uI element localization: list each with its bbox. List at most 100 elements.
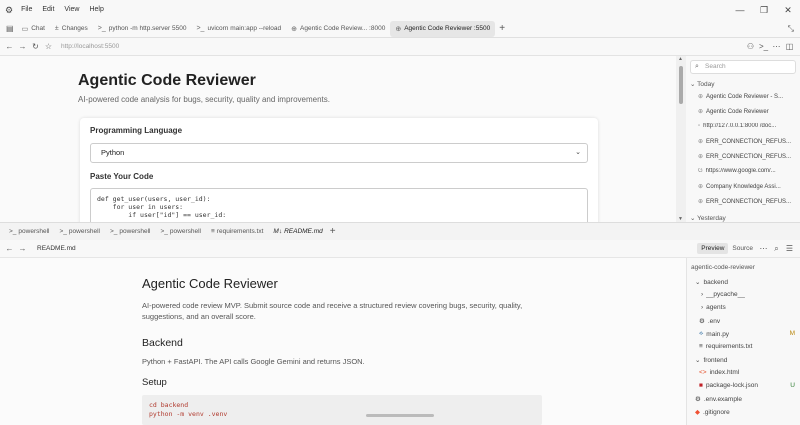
- terminal-icon: >_: [110, 228, 118, 235]
- language-select[interactable]: Python ⌄: [90, 143, 588, 163]
- md-code-block: cd backend python -m venv .venv: [142, 395, 542, 425]
- file-main-py[interactable]: ⟡ main.py: [699, 330, 729, 338]
- history-item[interactable]: ⊕ Agentic Code Reviewer: [698, 108, 796, 115]
- md-heading-setup: Setup: [142, 377, 167, 388]
- scroll-thumb[interactable]: [679, 66, 683, 104]
- history-group-yesterday[interactable]: ⌄ Yesterday: [690, 214, 726, 222]
- folder-frontend[interactable]: ⌄ frontend: [695, 356, 727, 365]
- url-field[interactable]: http://localhost:5500: [61, 43, 119, 50]
- md-heading-backend: Backend: [142, 337, 183, 349]
- horizontal-scrollbar[interactable]: [366, 414, 434, 417]
- tab-http-server[interactable]: >_ python -m http.server 5500: [93, 21, 192, 37]
- devtools-icon[interactable]: >_: [757, 42, 770, 51]
- chevron-down-icon: ⌄: [575, 149, 581, 156]
- code-label: Paste Your Code: [90, 172, 154, 181]
- collapse-icon[interactable]: ⤡: [788, 24, 794, 34]
- tab-browser-8000[interactable]: ⊕ Agentic Code Review... :8000: [286, 21, 390, 37]
- tab-changes[interactable]: ± Changes: [50, 21, 93, 37]
- gear-icon: ⚙: [695, 396, 701, 403]
- back-icon[interactable]: ←: [3, 244, 16, 253]
- history-search-input[interactable]: ⌕ Search: [690, 60, 796, 74]
- close-icon[interactable]: ✕: [776, 0, 800, 20]
- tab-powershell-3[interactable]: >_ powershell: [105, 228, 156, 235]
- address-bar: ← → ↻ ☆ http://localhost:5500 ⚇ >_ ⋯ ◫: [0, 38, 800, 56]
- menu-view[interactable]: View: [59, 0, 84, 20]
- more-icon[interactable]: ⋯: [757, 244, 770, 253]
- app-logo-icon: ⚙: [5, 4, 14, 15]
- menu-file[interactable]: File: [16, 0, 37, 20]
- tab-powershell-2[interactable]: >_ powershell: [55, 228, 106, 235]
- terminal-icon: >_: [160, 228, 168, 235]
- gear-icon: ⚙: [699, 318, 705, 325]
- back-icon[interactable]: ←: [3, 42, 16, 51]
- search-icon[interactable]: ⌕: [770, 244, 783, 254]
- globe-icon: ⊕: [698, 139, 704, 145]
- menu-edit[interactable]: Edit: [37, 0, 59, 20]
- scroll-up-icon[interactable]: ▲: [678, 56, 683, 62]
- folder-backend[interactable]: ⌄ backend: [695, 278, 728, 287]
- history-item[interactable]: Ghttps://www.google.com/...: [698, 168, 796, 174]
- history-item[interactable]: ⊕ ERR_CONNECTION_REFUS...: [698, 198, 796, 205]
- chevron-down-icon: ⌄: [695, 357, 701, 364]
- history-item[interactable]: ⊕ ERR_CONNECTION_REFUS...: [698, 153, 796, 160]
- file-package-lock[interactable]: ■ package-lock.json: [699, 382, 758, 389]
- new-tab-icon[interactable]: +: [499, 23, 505, 34]
- file-gitignore[interactable]: ◆ .gitignore: [695, 408, 730, 417]
- extension-icon[interactable]: ⚇: [744, 42, 757, 51]
- modified-badge: M: [789, 330, 795, 337]
- page-subtitle: AI-powered code analysis for bugs, secur…: [78, 95, 330, 104]
- star-icon[interactable]: ☆: [42, 42, 55, 51]
- forward-icon[interactable]: →: [16, 244, 29, 253]
- source-button[interactable]: Source: [728, 243, 757, 254]
- history-item[interactable]: ⊕ Company Knowledge Assi...: [698, 183, 796, 190]
- more-icon[interactable]: ⋯: [770, 42, 783, 51]
- chat-icon: ▭: [21, 25, 29, 33]
- doc-icon: ▫: [698, 123, 701, 129]
- page-title: Agentic Code Reviewer: [78, 72, 256, 89]
- title-bar: ⚙ File Edit View Help — ❐ ✕: [0, 0, 800, 20]
- tab-uvicorn[interactable]: >_ uvicorn main:app --reload: [191, 21, 286, 37]
- terminal-icon: >_: [9, 228, 17, 235]
- terminal-icon: >_: [196, 25, 205, 32]
- lines-icon: ≡: [211, 228, 215, 235]
- code-input[interactable]: def get_user(users, user_id): for user i…: [90, 188, 588, 222]
- history-group-today[interactable]: ⌄ Today: [690, 80, 715, 88]
- folder-pycache[interactable]: › __pycache__: [701, 291, 745, 298]
- reload-icon[interactable]: ↻: [29, 42, 42, 51]
- file-env[interactable]: ⚙ .env: [699, 317, 720, 326]
- tab-readme[interactable]: M↓ README.md: [268, 228, 327, 235]
- plus-minus-icon: ±: [54, 25, 59, 32]
- file-index-html[interactable]: <> index.html: [699, 369, 739, 376]
- google-icon: G: [698, 168, 703, 174]
- tab-powershell-1[interactable]: >_ powershell: [4, 228, 55, 235]
- sidebar-toggle-icon[interactable]: ▤: [6, 24, 14, 33]
- tab-browser-5500[interactable]: ⊕ Agentic Code Reviewer :5500: [390, 20, 496, 37]
- chevron-right-icon: ›: [701, 291, 704, 298]
- globe-icon: ⊕: [698, 109, 704, 115]
- search-icon: ⌕: [695, 63, 699, 70]
- preview-button[interactable]: Preview: [697, 243, 729, 254]
- tab-powershell-4[interactable]: >_ powershell: [156, 228, 207, 235]
- history-item[interactable]: ⊕ Agentic Code Reviewer - S...: [698, 93, 796, 100]
- outline-icon[interactable]: ☰: [783, 244, 796, 253]
- forward-icon[interactable]: →: [16, 42, 29, 51]
- tab-bar: ▤ ▭ Chat ± Changes >_ python -m http.server…: [0, 20, 800, 38]
- maximize-icon[interactable]: ❐: [752, 0, 776, 20]
- file-requirements[interactable]: ≡ requirements.txt: [699, 343, 752, 350]
- new-terminal-icon[interactable]: +: [330, 226, 336, 237]
- menu-help[interactable]: Help: [84, 0, 108, 20]
- sidebar-panel-icon[interactable]: ◫: [783, 42, 796, 51]
- tab-requirements[interactable]: ≡ requirements.txt: [206, 228, 268, 235]
- history-item[interactable]: ▫ http://127.0.0.1:8000 /doc...: [698, 123, 796, 129]
- page-scrollbar[interactable]: ▲ ▼: [676, 56, 686, 222]
- terminal-icon: >_: [97, 25, 106, 32]
- history-item[interactable]: ⊕ ERR_CONNECTION_REFUS...: [698, 138, 796, 145]
- tab-chat[interactable]: ▭ Chat: [17, 21, 50, 37]
- folder-agents[interactable]: › agents: [701, 304, 726, 311]
- globe-icon: ⊕: [291, 25, 298, 33]
- md-filename: README.md: [37, 245, 76, 252]
- file-env-example[interactable]: ⚙ .env.example: [695, 395, 742, 404]
- file-explorer: agentic-code-reviewer ⌄ backend › __pycach…: [686, 258, 800, 425]
- globe-icon: ⊕: [698, 184, 704, 190]
- minimize-icon[interactable]: —: [728, 0, 752, 20]
